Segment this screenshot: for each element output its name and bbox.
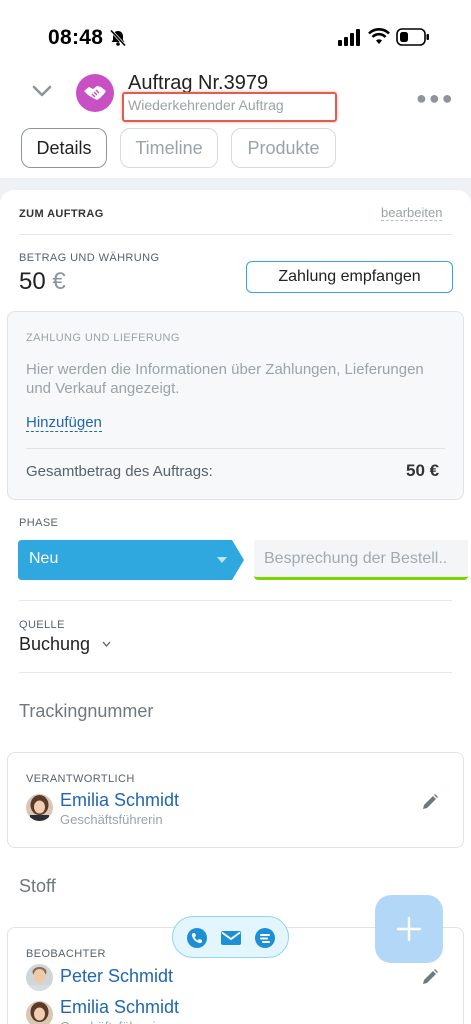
tab-timeline[interactable]: Timeline (120, 128, 218, 168)
mail-icon[interactable] (220, 927, 242, 949)
divider (19, 600, 452, 601)
divider (26, 448, 445, 449)
pencil-icon[interactable] (421, 793, 439, 811)
tracking-number-field[interactable]: Trackingnummer (19, 701, 153, 722)
total-value: 50 € (406, 461, 440, 480)
chat-icon[interactable] (254, 927, 276, 949)
phase-current-label: Neu (29, 550, 59, 567)
payment-info-text: Hier werden die Informationen über Zahlu… (26, 361, 424, 397)
source-select[interactable]: Buchung (19, 634, 90, 655)
responsible-label: VERANTWORTLICH (26, 773, 135, 785)
status-bar: 08:48 (0, 0, 471, 60)
header-area: 08:48 Auftrag Nr.3979 Wiederkehrender Au… (0, 0, 471, 178)
wifi-icon (368, 28, 390, 44)
pencil-icon[interactable] (421, 968, 439, 986)
phone-icon[interactable] (186, 927, 208, 949)
avatar (26, 794, 53, 821)
observer-name[interactable]: Emilia Schmidt (60, 997, 179, 1018)
amount-label: BETRAG UND WÄHRUNG (19, 252, 160, 264)
caret-down-icon (217, 557, 227, 563)
phase-next-label: Besprechung der Bestell.. (264, 550, 448, 567)
total-label: Gesamtbetrag des Auftrags: (26, 463, 213, 480)
add-link[interactable]: Hinzufügen (26, 414, 102, 432)
add-button[interactable] (375, 895, 443, 963)
section-title: ZUM AUFTRAG (19, 208, 104, 220)
amount-number: 50 (19, 268, 46, 295)
divider (19, 234, 452, 235)
signal-icon (338, 29, 360, 46)
observer-name[interactable]: Peter Schmidt (60, 966, 173, 987)
page-subtitle: Wiederkehrender Auftrag (128, 97, 284, 113)
battery-icon (396, 28, 429, 46)
observers-label: BEOBACHTER (26, 948, 106, 960)
handshake-icon (84, 86, 106, 100)
more-icon[interactable]: ●●● (416, 88, 455, 109)
material-field[interactable]: Stoff (19, 876, 56, 897)
responsible-name[interactable]: Emilia Schmidt (60, 790, 179, 811)
divider (19, 672, 452, 673)
bell-muted-icon (109, 29, 127, 47)
plus-icon (396, 916, 422, 942)
phase-label: PHASE (19, 517, 59, 529)
amount-value: 50 € (19, 268, 66, 296)
source-label: QUELLE (19, 619, 65, 631)
responsible-role: Geschäftsführerin (60, 812, 163, 827)
avatar (26, 1001, 53, 1024)
edit-link[interactable]: bearbeiten (381, 205, 443, 221)
observer-role: Geschäftsführerin (60, 1019, 163, 1024)
tab-produkte[interactable]: Produkte (231, 128, 336, 168)
tab-details[interactable]: Details (21, 128, 107, 168)
amount-currency: € (52, 268, 66, 295)
avatar (26, 964, 53, 991)
deal-avatar (76, 74, 114, 112)
chevron-down-icon (102, 641, 111, 647)
payment-label: ZAHLUNG UND LIEFERUNG (26, 332, 180, 344)
status-time: 08:48 (48, 26, 104, 49)
chevron-down-icon[interactable] (30, 82, 54, 100)
receive-payment-button[interactable]: Zahlung empfangen (246, 261, 453, 293)
